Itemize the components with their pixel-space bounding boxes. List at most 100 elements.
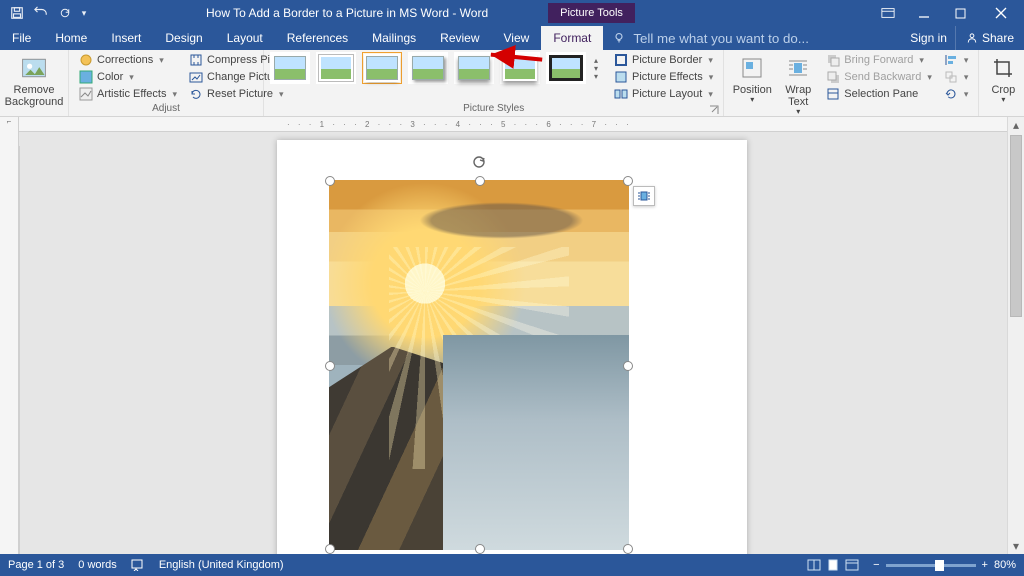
style-thumb-2[interactable] xyxy=(316,52,356,84)
remove-background-button[interactable]: Remove Background xyxy=(6,52,62,108)
picture-effects-button[interactable]: Picture Effects▾ xyxy=(610,69,717,85)
maximize-icon[interactable] xyxy=(942,0,978,26)
qat-customize-icon[interactable]: ▾ xyxy=(78,2,90,24)
rotate-handle[interactable] xyxy=(471,154,487,170)
send-backward-icon xyxy=(826,70,840,84)
pic-layout-icon xyxy=(614,87,628,101)
selection-pane-button[interactable]: Selection Pane xyxy=(822,86,936,102)
style-thumb-1[interactable] xyxy=(270,52,310,84)
resize-handle[interactable] xyxy=(475,544,485,554)
sign-in[interactable]: Sign in xyxy=(902,26,955,50)
share-button[interactable]: Share xyxy=(955,26,1024,50)
border-icon xyxy=(614,53,628,67)
scroll-down-icon[interactable]: ▾ xyxy=(1008,538,1024,554)
tab-mailings[interactable]: Mailings xyxy=(360,26,428,50)
tab-file[interactable]: File xyxy=(0,26,43,50)
tab-format[interactable]: Format xyxy=(541,26,603,50)
position-button[interactable]: Position▾ xyxy=(730,52,774,105)
zoom-in-icon[interactable]: + xyxy=(982,559,988,571)
ruler-corner: ⌐ xyxy=(0,117,19,554)
quick-access-toolbar: ▾ xyxy=(0,2,96,24)
contextual-tab-label: Picture Tools xyxy=(548,3,635,23)
picture-content xyxy=(329,180,629,550)
scroll-thumb[interactable] xyxy=(1010,135,1022,317)
tell-me-input[interactable] xyxy=(631,30,835,47)
align-button[interactable]: ▾ xyxy=(940,52,973,68)
resize-handle[interactable] xyxy=(325,176,335,186)
tell-me[interactable] xyxy=(603,26,902,50)
reset-icon xyxy=(189,87,203,101)
scroll-up-icon[interactable]: ▴ xyxy=(1008,117,1024,133)
zoom-value[interactable]: 80% xyxy=(994,559,1016,571)
remove-bg-icon xyxy=(20,54,48,82)
zoom-out-icon[interactable]: − xyxy=(873,559,879,571)
zoom-slider[interactable] xyxy=(886,564,976,567)
change-pic-icon xyxy=(189,70,203,84)
status-bar: Page 1 of 3 0 words English (United King… xyxy=(0,554,1024,576)
language-indicator[interactable]: English (United Kingdom) xyxy=(159,559,284,571)
tab-insert[interactable]: Insert xyxy=(99,26,153,50)
rotate-icon xyxy=(944,87,958,101)
tab-design[interactable]: Design xyxy=(153,26,214,50)
resize-handle[interactable] xyxy=(623,176,633,186)
ribbon-display-icon[interactable] xyxy=(870,0,906,26)
resize-handle[interactable] xyxy=(325,544,335,554)
picture-border-button[interactable]: Picture Border▾ xyxy=(610,52,717,68)
resize-handle[interactable] xyxy=(623,361,633,371)
lightbulb-icon xyxy=(613,32,625,44)
send-backward-button[interactable]: Send Backward▾ xyxy=(822,69,936,85)
remove-bg-label: Remove Background xyxy=(5,84,64,108)
wrap-text-button[interactable]: Wrap Text▾ xyxy=(778,52,818,117)
crop-button[interactable]: Crop▾ xyxy=(985,52,1021,105)
group-adjust-label: Adjust xyxy=(75,103,257,116)
align-icon xyxy=(944,53,958,67)
styles-more-button[interactable]: ▴▾▾ xyxy=(592,52,600,84)
layout-options-icon[interactable] xyxy=(633,186,655,206)
undo-icon[interactable] xyxy=(30,2,52,24)
print-layout-icon[interactable] xyxy=(827,559,839,571)
selected-picture[interactable] xyxy=(329,180,629,550)
group-button[interactable]: ▾ xyxy=(940,69,973,85)
tab-review[interactable]: Review xyxy=(428,26,491,50)
spellcheck-icon[interactable] xyxy=(131,559,145,571)
resize-handle[interactable] xyxy=(623,544,633,554)
document-area: ⌐ · · · 1 · · · 2 · · · 3 · · · 4 · · · … xyxy=(0,117,1024,554)
style-thumb-7[interactable] xyxy=(546,52,586,84)
crop-icon xyxy=(989,54,1017,82)
corrections-icon xyxy=(79,53,93,67)
artistic-effects-button[interactable]: Artistic Effects▾ xyxy=(75,86,181,102)
selection-pane-icon xyxy=(826,87,840,101)
style-thumb-3[interactable] xyxy=(362,52,402,84)
page[interactable] xyxy=(277,140,747,554)
save-icon[interactable] xyxy=(6,2,28,24)
tab-layout[interactable]: Layout xyxy=(215,26,275,50)
zoom-control[interactable]: − + 80% xyxy=(873,559,1016,571)
artistic-icon xyxy=(79,87,93,101)
close-icon[interactable] xyxy=(978,0,1024,26)
read-mode-icon[interactable] xyxy=(807,559,821,571)
color-button[interactable]: Color▾ xyxy=(75,69,181,85)
effects-icon xyxy=(614,70,628,84)
corrections-button[interactable]: Corrections▾ xyxy=(75,52,181,68)
tab-references[interactable]: References xyxy=(275,26,360,50)
tab-home[interactable]: Home xyxy=(43,26,99,50)
horizontal-ruler[interactable]: · · · 1 · · · 2 · · · 3 · · · 4 · · · 5 … xyxy=(19,117,1007,132)
wrap-icon xyxy=(784,54,812,82)
vertical-ruler[interactable] xyxy=(19,146,20,554)
bring-forward-icon xyxy=(826,53,840,67)
position-icon xyxy=(738,54,766,82)
redo-icon[interactable] xyxy=(54,2,76,24)
group-icon xyxy=(944,70,958,84)
page-indicator[interactable]: Page 1 of 3 xyxy=(8,559,64,571)
minimize-icon[interactable] xyxy=(906,0,942,26)
resize-handle[interactable] xyxy=(325,361,335,371)
bring-forward-button[interactable]: Bring Forward▾ xyxy=(822,52,936,68)
style-thumb-4[interactable] xyxy=(408,52,448,84)
resize-handle[interactable] xyxy=(475,176,485,186)
word-count[interactable]: 0 words xyxy=(78,559,117,571)
rotate-button[interactable]: ▾ xyxy=(940,86,973,102)
picture-styles-gallery[interactable]: ▴▾▾ xyxy=(270,52,600,84)
web-layout-icon[interactable] xyxy=(845,559,859,571)
vertical-scrollbar[interactable]: ▴ ▾ xyxy=(1007,117,1024,554)
picture-layout-button[interactable]: Picture Layout▾ xyxy=(610,86,717,102)
